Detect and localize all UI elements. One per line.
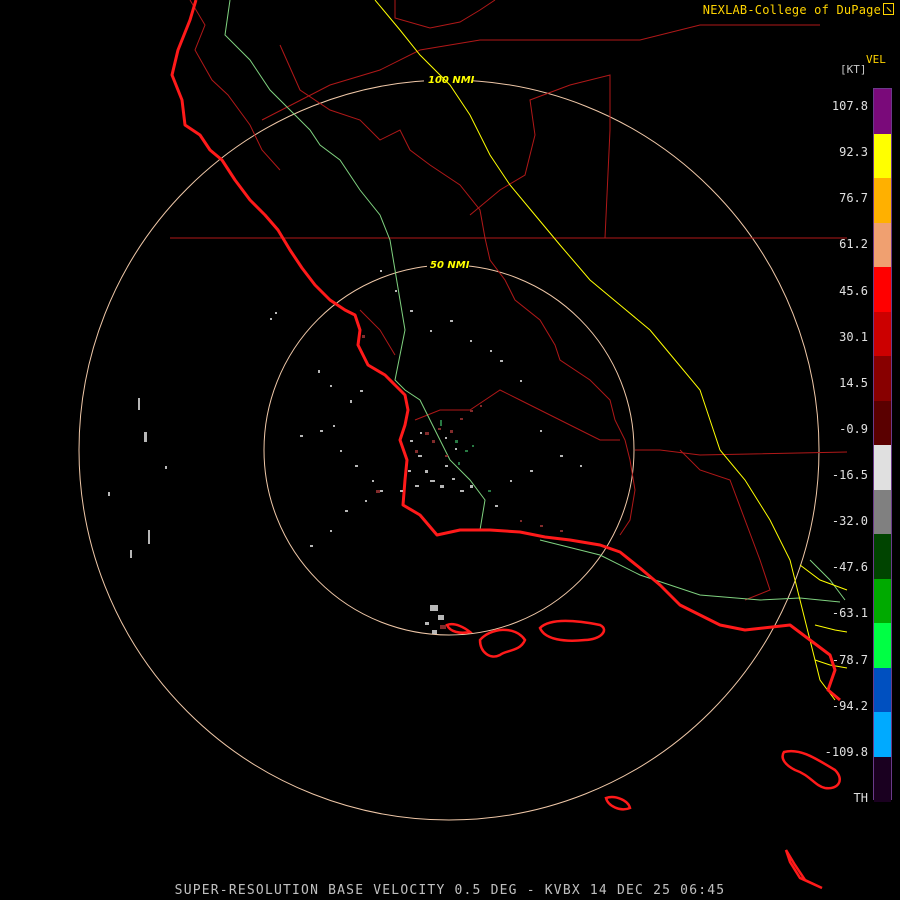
nexlab-logo-icon bbox=[883, 3, 894, 15]
credit-text: NEXLAB-College of DuPage bbox=[702, 3, 881, 17]
colorbar-tick-label: TH bbox=[853, 791, 868, 805]
colorbar-segment bbox=[874, 756, 891, 802]
coastline bbox=[170, 0, 841, 702]
legend-product: VEL bbox=[866, 53, 886, 66]
colorbar-tick-label: 76.7 bbox=[839, 191, 868, 206]
colorbar-segment bbox=[874, 89, 891, 134]
colorbar-tick-label: -16.5 bbox=[831, 468, 868, 483]
colorbar-segment bbox=[874, 400, 891, 446]
colorbar-segment bbox=[874, 489, 891, 535]
colorbar-segment bbox=[874, 311, 891, 357]
colorbar-tick-label: -47.6 bbox=[831, 560, 868, 575]
ring-label-50: 50 NMI bbox=[430, 260, 470, 271]
colorbar-tick-label: 107.8 bbox=[831, 99, 868, 113]
velocity-colorbar bbox=[873, 88, 892, 802]
colorbar-segment bbox=[874, 578, 891, 624]
colorbar-segment bbox=[874, 222, 891, 268]
radar-map: 100 NMI 50 NMI bbox=[78, 0, 848, 890]
colorbar-tick-label: -78.7 bbox=[831, 652, 868, 667]
ring-label-100: 100 NMI bbox=[428, 75, 475, 86]
colorbar-tick-label: 30.1 bbox=[839, 329, 868, 344]
colorbar-segment bbox=[874, 356, 891, 401]
colorbar-tick-label: 92.3 bbox=[839, 145, 868, 160]
colorbar-tick-label: -63.1 bbox=[831, 606, 868, 621]
county-lines bbox=[170, 0, 848, 601]
colorbar-tick-label: -32.0 bbox=[831, 514, 868, 529]
colorbar-tick-label: 14.5 bbox=[839, 375, 868, 390]
colorbar-segment bbox=[874, 667, 891, 713]
velocity-echoes bbox=[108, 270, 582, 634]
colorbar-tick-label: -109.8 bbox=[824, 744, 868, 759]
colorbar-segment bbox=[874, 178, 891, 223]
product-caption: SUPER-RESOLUTION BASE VELOCITY 0.5 DEG -… bbox=[174, 883, 726, 898]
legend-unit: [KT] bbox=[840, 63, 867, 76]
colorbar-tick-label: -94.2 bbox=[831, 698, 868, 713]
ring-50nmi bbox=[263, 264, 635, 636]
colorbar-segment bbox=[874, 623, 891, 668]
colorbar-segment bbox=[874, 445, 891, 490]
channel-islands bbox=[445, 619, 841, 890]
colorbar-tick-label: 45.6 bbox=[839, 283, 868, 298]
colorbar-tick-label: -0.9 bbox=[839, 421, 868, 436]
colorbar-segment bbox=[874, 712, 891, 757]
colorbar-segment bbox=[874, 133, 891, 179]
colorbar-segment bbox=[874, 267, 891, 312]
highway bbox=[374, 0, 848, 701]
colorbar-segment bbox=[874, 534, 891, 579]
colorbar-tick-label: 61.2 bbox=[839, 237, 868, 252]
nexlab-credit: NEXLAB-College of DuPage bbox=[703, 3, 894, 17]
ring-100nmi bbox=[78, 79, 820, 821]
